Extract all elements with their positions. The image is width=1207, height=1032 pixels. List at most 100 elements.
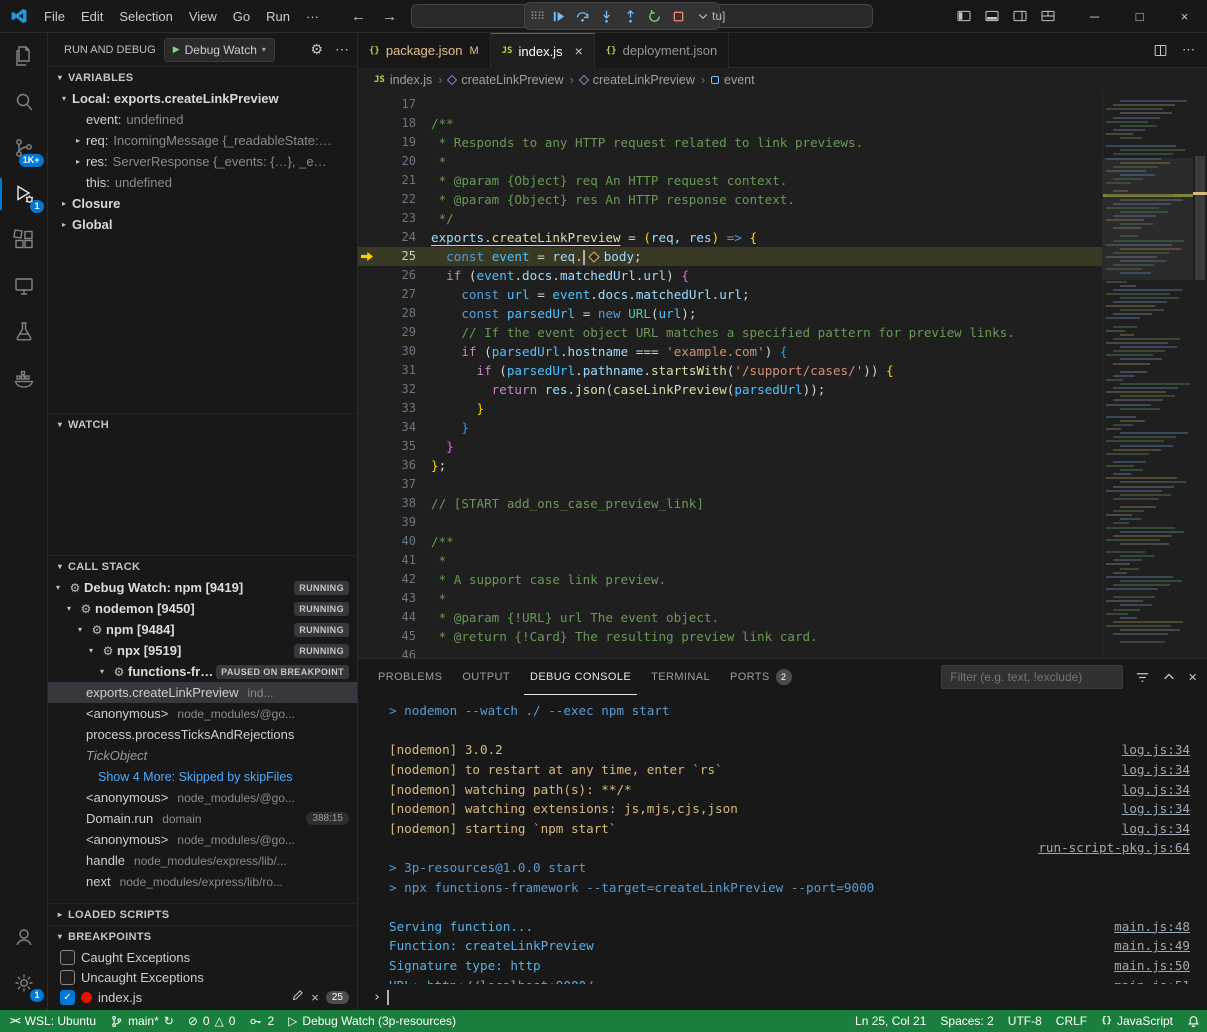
notifications-bell[interactable] <box>1180 1010 1207 1032</box>
toggle-sidebar-icon[interactable] <box>956 8 972 24</box>
maximize-button[interactable]: □ <box>1117 0 1162 32</box>
gutter-glyph-margin[interactable] <box>358 285 376 304</box>
console-filter-input[interactable] <box>941 665 1123 689</box>
tab-ports[interactable]: PORTS2 <box>724 659 798 695</box>
nav-back-icon[interactable]: ← <box>351 8 366 25</box>
code-line[interactable]: 46 <box>358 646 1102 658</box>
code-line[interactable]: 42 * A support case link preview. <box>358 570 1102 589</box>
debug-session-status[interactable]: ▷Debug Watch (3p-resources) <box>281 1010 463 1032</box>
breakpoint-checkbox[interactable] <box>60 970 75 985</box>
breakpoint-row[interactable]: Uncaught Exceptions <box>48 967 357 987</box>
gutter-glyph-margin[interactable] <box>358 228 376 247</box>
stack-frame[interactable]: TickObject <box>48 745 357 766</box>
gutter-glyph-margin[interactable] <box>358 532 376 551</box>
source-link[interactable]: main.js:48 <box>1114 919 1190 934</box>
stack-frame[interactable]: exports.createLinkPreviewind... <box>48 682 357 703</box>
eol-status[interactable]: CRLF <box>1049 1010 1094 1032</box>
activity-testing[interactable] <box>0 309 48 355</box>
gutter-glyph-margin[interactable] <box>358 570 376 589</box>
call-stack-session[interactable]: ▾⚙npm [9484]RUNNING <box>48 619 357 640</box>
gutter-glyph-margin[interactable] <box>358 266 376 285</box>
code-line[interactable]: 25 const event = req.body; <box>358 247 1102 266</box>
vertical-scrollbar[interactable] <box>1193 92 1207 658</box>
call-stack-session[interactable]: ▾⚙nodemon [9450]RUNNING <box>48 598 357 619</box>
activity-run-and-debug[interactable]: 1 <box>0 171 48 217</box>
gutter-glyph-margin[interactable] <box>358 589 376 608</box>
gutter-glyph-margin[interactable] <box>358 247 376 266</box>
restart-button[interactable] <box>643 5 666 27</box>
code-line[interactable]: 40/** <box>358 532 1102 551</box>
menu-edit[interactable]: Edit <box>73 6 111 27</box>
code-line[interactable]: 41 * <box>358 551 1102 570</box>
source-link[interactable]: log.js:34 <box>1122 742 1190 757</box>
gutter-glyph-margin[interactable] <box>358 551 376 570</box>
continue-button[interactable] <box>547 5 570 27</box>
menu-overflow[interactable]: ··· <box>298 6 327 27</box>
accounts-button[interactable] <box>0 914 48 960</box>
gutter-glyph-margin[interactable] <box>358 399 376 418</box>
gutter-glyph-margin[interactable] <box>358 475 376 494</box>
breakpoint-checkbox[interactable]: ✓ <box>60 990 75 1005</box>
code-line[interactable]: 29 // If the event object URL matches a … <box>358 323 1102 342</box>
debug-settings-gear-icon[interactable]: ⚙ <box>310 41 323 58</box>
gutter-glyph-margin[interactable] <box>358 494 376 513</box>
code-line[interactable]: 26 if (event.docs.matchedUrl.url) { <box>358 266 1102 285</box>
edit-breakpoint-icon[interactable] <box>291 989 304 1005</box>
twisty-icon[interactable]: ▾ <box>72 625 88 634</box>
stack-frame[interactable]: Domain.rundomain388:15 <box>48 808 357 829</box>
code-line[interactable]: 39 <box>358 513 1102 532</box>
code-line[interactable]: 45 * @return {!Card} The resulting previ… <box>358 627 1102 646</box>
breadcrumb-file[interactable]: JSindex.js <box>374 73 432 87</box>
forwarded-ports-status[interactable]: 2 <box>242 1010 281 1032</box>
gutter-glyph-margin[interactable] <box>358 646 376 658</box>
nav-forward-icon[interactable]: → <box>382 8 397 25</box>
variables-section-header[interactable]: ▾VARIABLES <box>48 66 357 88</box>
activity-extensions[interactable] <box>0 217 48 263</box>
code-line[interactable]: 38// [START add_ons_case_preview_link] <box>358 494 1102 513</box>
tab-debug-console[interactable]: DEBUG CONSOLE <box>524 659 637 695</box>
activity-search[interactable] <box>0 79 48 125</box>
gutter-glyph-margin[interactable] <box>358 342 376 361</box>
code-line[interactable]: 37 <box>358 475 1102 494</box>
scrollbar-slider[interactable] <box>1195 156 1205 280</box>
gutter-glyph-margin[interactable] <box>358 304 376 323</box>
problems-status[interactable]: ⊘0△0 <box>181 1010 243 1032</box>
stack-frame[interactable]: <anonymous>node_modules/@go... <box>48 787 357 808</box>
code-line[interactable]: 43 * <box>358 589 1102 608</box>
remote-indicator[interactable]: ><WSL: Ubuntu <box>0 1010 103 1032</box>
code-line[interactable]: 21 * @param {Object} req An HTTP request… <box>358 171 1102 190</box>
gutter-glyph-margin[interactable] <box>358 513 376 532</box>
stack-frame[interactable]: <anonymous>node_modules/@go... <box>48 829 357 850</box>
breadcrumb-symbol[interactable]: createLinkPreview <box>448 73 563 87</box>
stack-frame[interactable]: nextnode_modules/express/lib/ro... <box>48 871 357 892</box>
variable-row[interactable]: ▸req:IncomingMessage {_readableState:… <box>48 130 357 151</box>
language-mode-status[interactable]: {}JavaScript <box>1094 1010 1180 1032</box>
gutter-glyph-margin[interactable] <box>358 323 376 342</box>
menu-selection[interactable]: Selection <box>111 6 180 27</box>
code-line[interactable]: 32 return res.json(caseLinkPreview(parse… <box>358 380 1102 399</box>
code-line[interactable]: 20 * <box>358 152 1102 171</box>
breadcrumb-symbol-event[interactable]: event <box>711 73 755 87</box>
gutter-glyph-margin[interactable] <box>358 456 376 475</box>
tab-index-js[interactable]: JS index.js × <box>491 33 595 68</box>
source-link[interactable]: main.js:50 <box>1114 958 1190 973</box>
tab-problems[interactable]: PROBLEMS <box>372 659 448 695</box>
breadcrumb-symbol[interactable]: createLinkPreview <box>580 73 695 87</box>
twisty-icon[interactable]: ▾ <box>61 604 77 613</box>
tab-terminal[interactable]: TERMINAL <box>645 659 716 695</box>
step-out-button[interactable] <box>619 5 642 27</box>
customize-layout-icon[interactable] <box>1040 8 1056 24</box>
activity-containers[interactable] <box>0 355 48 401</box>
breakpoint-checkbox[interactable] <box>60 950 75 965</box>
source-link[interactable]: log.js:34 <box>1122 782 1190 797</box>
code-line[interactable]: 28 const parsedUrl = new URL(url); <box>358 304 1102 323</box>
stop-button[interactable] <box>667 5 690 27</box>
code-line[interactable]: 36}; <box>358 456 1102 475</box>
watch-section-header[interactable]: ▾WATCH <box>48 413 357 435</box>
debug-session-chevron-icon[interactable] <box>691 5 714 27</box>
twisty-icon[interactable]: ▸ <box>70 136 86 145</box>
cursor-position-status[interactable]: Ln 25, Col 21 <box>848 1010 933 1032</box>
code-line[interactable]: 18/** <box>358 114 1102 133</box>
source-link[interactable]: log.js:34 <box>1122 821 1190 836</box>
variable-row[interactable]: ▸Global <box>48 214 357 235</box>
